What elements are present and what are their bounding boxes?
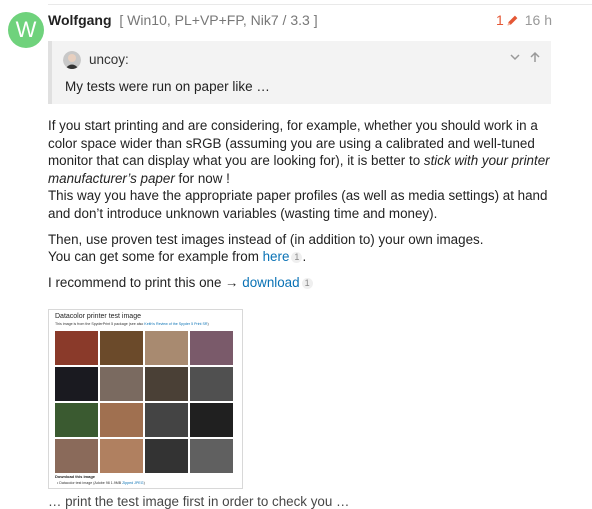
edit-history-button[interactable]: 1: [496, 12, 519, 28]
paragraph-3: I recommend to print this one → download…: [48, 274, 568, 292]
download-heading: Download this image: [55, 474, 96, 479]
click-count-badge: 1: [301, 277, 313, 289]
preview-description: This image is from the SpyderPrint 5 pac…: [55, 322, 209, 326]
test-image-tile: [100, 331, 143, 365]
post-body: If you start printing and are considerin…: [48, 117, 568, 299]
test-image-tile: [100, 403, 143, 437]
post-divider: [48, 4, 592, 5]
test-image-tile: [55, 403, 98, 437]
post-header: Wolfgang [ Win10, PL+VP+FP, Nik7 / 3.3 ]…: [48, 12, 552, 32]
download-link[interactable]: download: [242, 275, 299, 290]
quote-username[interactable]: uncoy:: [89, 52, 129, 67]
post-meta: 1 16 h: [496, 12, 552, 28]
click-count-badge: 1: [291, 252, 303, 264]
avatar[interactable]: W: [8, 12, 44, 48]
here-link[interactable]: here: [263, 249, 290, 264]
test-image-tile: [55, 331, 98, 365]
user-title: [ Win10, PL+VP+FP, Nik7 / 3.3 ]: [119, 12, 318, 28]
test-image-tile: [100, 439, 143, 473]
quote-text: My tests were run on paper like …: [65, 79, 270, 94]
arrow-up-icon[interactable]: [529, 51, 541, 63]
test-image-tile: [100, 367, 143, 401]
test-image-tile: [190, 439, 233, 473]
test-image-tile: [190, 331, 233, 365]
quote-avatar: [63, 51, 81, 69]
test-image-tile: [190, 403, 233, 437]
paragraph-1: If you start printing and are considerin…: [48, 118, 550, 221]
edit-count: 1: [495, 12, 504, 28]
image-preview[interactable]: Datacolor printer test image This image …: [48, 309, 243, 489]
test-image-tile: [145, 439, 188, 473]
test-image-tile: [55, 367, 98, 401]
quote-block: uncoy: My tests were run on paper like …: [48, 41, 551, 104]
download-item: • Datacolor test image (Adobe 98 1.9MB Z…: [57, 481, 145, 485]
test-image-tile: [145, 403, 188, 437]
post-date[interactable]: 16 h: [525, 12, 552, 28]
test-image-tile: [55, 439, 98, 473]
quote-controls: [509, 51, 541, 63]
username-link[interactable]: Wolfgang: [48, 12, 112, 28]
truncated-paragraph: … print the test image first in order to…: [48, 494, 350, 509]
pencil-icon: [507, 15, 518, 25]
paragraph-2: Then, use proven test images instead of …: [48, 231, 484, 265]
test-image-tile: [145, 367, 188, 401]
test-image-grid: [55, 331, 233, 473]
chevron-down-icon[interactable]: [509, 51, 521, 63]
test-image-tile: [145, 331, 188, 365]
test-image-tile: [190, 367, 233, 401]
preview-title: Datacolor printer test image: [55, 313, 141, 320]
